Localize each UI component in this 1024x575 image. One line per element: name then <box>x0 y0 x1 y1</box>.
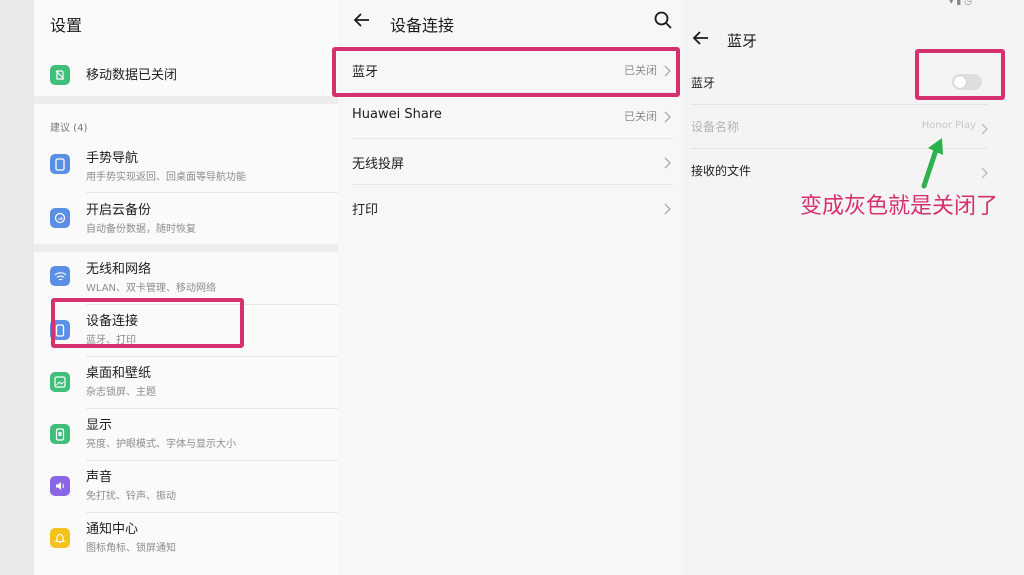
search-icon[interactable] <box>653 10 673 34</box>
divider <box>86 192 338 193</box>
divider <box>86 304 338 305</box>
green-arrow-icon <box>912 132 952 194</box>
item-title: 无线和网络 <box>86 262 152 277</box>
toggle-knob <box>954 76 966 88</box>
item-title: 通知中心 <box>86 522 139 537</box>
item-title: 手势导航 <box>86 151 139 166</box>
row-label: Huawei Share <box>352 107 442 122</box>
chevron-right-icon <box>664 108 671 127</box>
item-title: 声音 <box>86 470 113 485</box>
page-title: 设置 <box>50 16 83 35</box>
divider <box>86 512 338 513</box>
settings-item-gesture-nav[interactable]: 手势导航 用手势实现返回、回桌面等导航功能 <box>34 144 338 190</box>
settings-item-wallpaper[interactable]: 桌面和壁纸 杂志锁屏、主题 <box>34 360 338 406</box>
row-bluetooth[interactable]: 蓝牙 已关闭 <box>338 46 683 92</box>
display-icon <box>50 424 70 444</box>
sound-icon <box>50 476 70 496</box>
row-device-name: 设备名称 Honor Play <box>683 104 1024 148</box>
item-subtitle: 图标角标、锁屏通知 <box>86 543 176 554</box>
device-connection-panel: 设备连接 蓝牙 已关闭 Huawei Share 已关闭 无线投屏 打印 <box>338 0 683 575</box>
device-connection-icon <box>50 320 70 340</box>
item-title: 桌面和壁纸 <box>86 366 152 381</box>
chevron-right-icon <box>664 200 671 219</box>
item-subtitle: WLAN、双卡管理、移动网络 <box>86 283 217 294</box>
row-label: 接收的文件 <box>691 164 752 178</box>
row-huawei-share[interactable]: Huawei Share 已关闭 <box>338 92 683 138</box>
divider <box>86 356 338 357</box>
row-status: 已关闭 <box>624 110 657 123</box>
divider <box>86 460 338 461</box>
gesture-nav-icon <box>50 154 70 174</box>
item-subtitle: 用手势实现返回、回桌面等导航功能 <box>86 172 246 183</box>
page-title: 蓝牙 <box>727 32 758 50</box>
annotation-text: 变成灰色就是关闭了 <box>800 194 999 219</box>
settings-item-cloud-backup[interactable]: 开启云备份 自动备份数据，随时恢复 <box>34 196 338 242</box>
notification-icon <box>50 528 70 548</box>
wallpaper-icon <box>50 372 70 392</box>
bluetooth-toggle-switch[interactable] <box>952 74 982 90</box>
item-subtitle: 自动备份数据，随时恢复 <box>86 224 196 235</box>
wifi-icon <box>50 266 70 286</box>
row-bluetooth-toggle[interactable]: 蓝牙 <box>683 60 1024 104</box>
page-title: 设备连接 <box>390 16 455 35</box>
item-subtitle: 免打扰、铃声、振动 <box>86 491 176 502</box>
item-subtitle: 蓝牙、打印 <box>86 335 136 346</box>
back-arrow-icon[interactable] <box>352 10 372 34</box>
row-label: 蓝牙 <box>691 76 716 90</box>
settings-item-display[interactable]: 显示 亮度、护眼模式、字体与显示大小 <box>34 412 338 458</box>
settings-item-notification-center[interactable]: 通知中心 图标角标、锁屏通知 <box>34 516 338 562</box>
cloud-backup-icon <box>50 208 70 228</box>
item-subtitle: 亮度、护眼模式、字体与显示大小 <box>86 439 236 450</box>
item-title: 开启云备份 <box>86 203 152 218</box>
item-subtitle: 杂志锁屏、主题 <box>86 387 156 398</box>
settings-item-wireless-network[interactable]: 无线和网络 WLAN、双卡管理、移动网络 <box>34 256 338 302</box>
status-bar-icons: ▾ ▮ ◷ <box>948 0 972 7</box>
mobile-data-label: 移动数据已关闭 <box>86 68 178 83</box>
row-label: 无线投屏 <box>352 157 405 172</box>
row-label: 设备名称 <box>691 120 740 134</box>
divider <box>86 408 338 409</box>
row-label: 打印 <box>352 203 379 218</box>
mobile-data-off-icon <box>50 65 70 85</box>
device-name-value: Honor Play <box>921 120 976 131</box>
section-gap <box>34 244 338 252</box>
row-label: 蓝牙 <box>352 65 379 80</box>
chevron-right-icon <box>981 164 988 183</box>
row-received-files[interactable]: 接收的文件 <box>683 148 1024 192</box>
back-arrow-icon[interactable] <box>691 28 711 52</box>
settings-item-sound[interactable]: 声音 免打扰、铃声、振动 <box>34 464 338 510</box>
row-print[interactable]: 打印 <box>338 184 683 230</box>
settings-panel: 设置 移动数据已关闭 建议 (4) 手势导航 用手势实现返回、回桌面等导航功能 … <box>34 0 338 575</box>
row-status: 已关闭 <box>624 64 657 77</box>
row-wireless-projection[interactable]: 无线投屏 <box>338 138 683 184</box>
chevron-right-icon <box>981 120 988 139</box>
item-title: 设备连接 <box>86 314 139 329</box>
chevron-right-icon <box>664 62 671 81</box>
item-title: 显示 <box>86 418 113 433</box>
mobile-data-row[interactable]: 移动数据已关闭 <box>34 60 338 90</box>
section-gap <box>34 96 338 104</box>
settings-item-device-connection[interactable]: 设备连接 蓝牙、打印 <box>34 308 338 354</box>
chevron-right-icon <box>664 154 671 173</box>
suggestions-label: 建议 (4) <box>50 123 88 134</box>
bluetooth-panel: ▾ ▮ ◷ 蓝牙 蓝牙 设备名称 Honor Play 接收的文件 <box>683 0 1024 575</box>
